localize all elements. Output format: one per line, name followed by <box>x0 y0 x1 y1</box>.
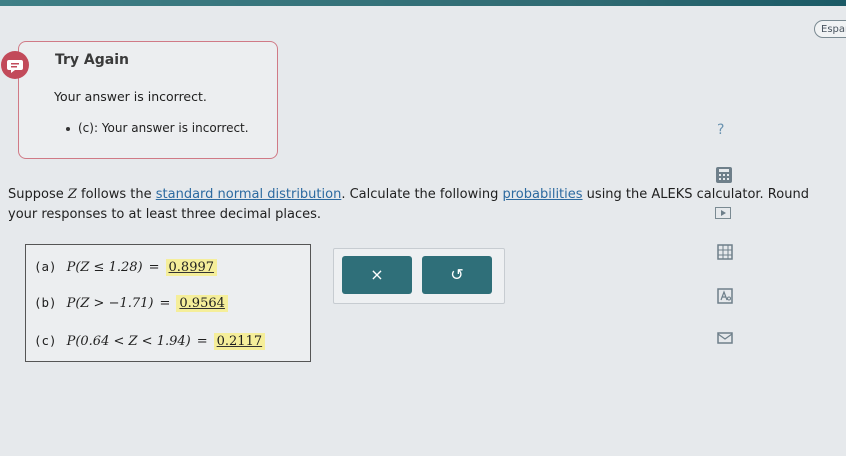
feedback-message: Your answer is incorrect. <box>54 89 207 104</box>
play-icon[interactable] <box>715 207 731 219</box>
undo-button[interactable]: ↺ <box>422 256 492 294</box>
answer-row-b: (b) P(Z > −1.71) = 0.9564 <box>34 295 228 312</box>
top-bar <box>0 0 846 6</box>
answer-value-b[interactable]: 0.9564 <box>176 295 228 312</box>
answer-value-c[interactable]: 0.2117 <box>213 333 266 350</box>
action-button-panel: × ↺ <box>333 248 505 304</box>
answer-row-a: (a) P(Z ≤ 1.28) = 0.8997 <box>34 259 218 276</box>
feedback-title: Try Again <box>55 52 129 68</box>
answer-row-c: (c) P(0.64 < Z < 1.94) = 0.2117 <box>34 333 266 350</box>
link-probabilities[interactable]: probabilities <box>502 187 582 202</box>
answer-panel: (a) P(Z ≤ 1.28) = 0.8997 (b) P(Z > −1.71) = 0.… <box>25 244 311 362</box>
grid-icon[interactable] <box>717 244 733 260</box>
alert-icon <box>1 51 29 79</box>
answer-value-a[interactable]: 0.8997 <box>165 259 218 276</box>
link-standard-normal[interactable]: standard normal distribution <box>156 187 342 202</box>
variable-z: Z <box>67 187 77 202</box>
text-size-icon[interactable] <box>717 288 733 304</box>
question-text: Suppose Z follows the standard normal di… <box>8 187 809 222</box>
calculator-icon[interactable] <box>715 166 733 184</box>
clear-button[interactable]: × <box>342 256 412 294</box>
feedback-item: (c): Your answer is incorrect. <box>66 121 249 135</box>
mail-icon[interactable] <box>717 330 733 346</box>
help-icon[interactable]: ? <box>717 122 724 138</box>
language-button[interactable]: Españ <box>814 20 846 38</box>
